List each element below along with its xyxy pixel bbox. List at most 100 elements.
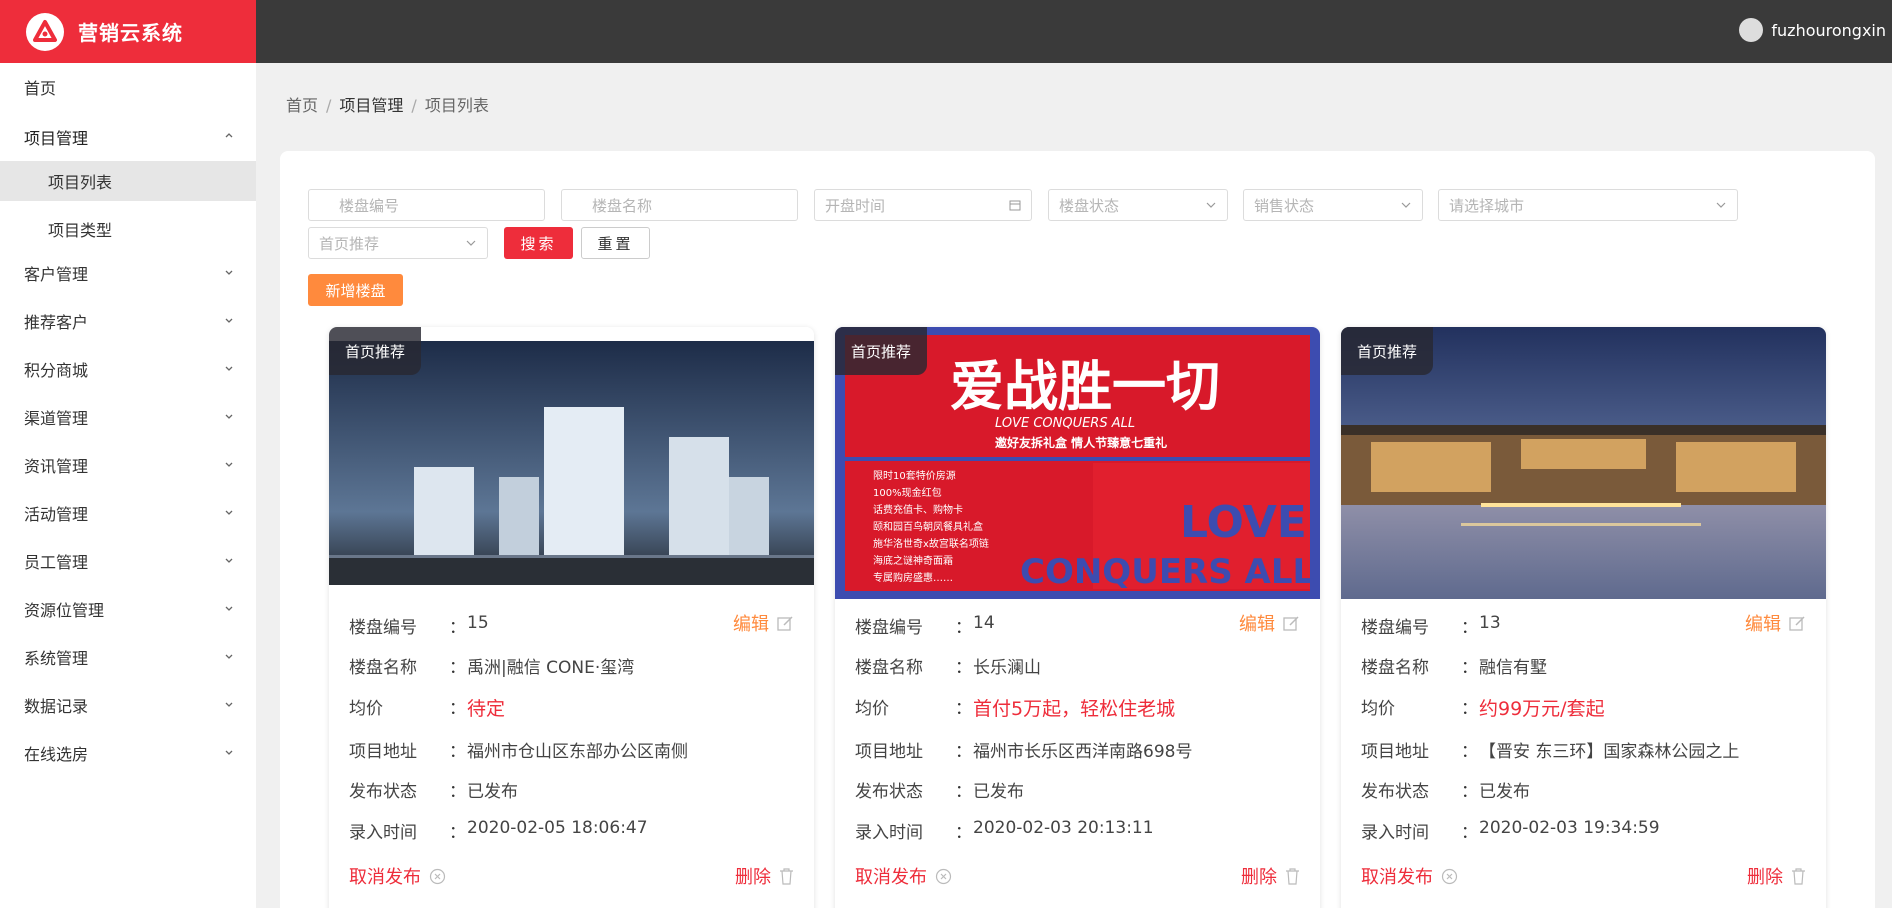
status-select[interactable]: 楼盘状态 [1048, 189, 1228, 221]
field-label: 均价 [1361, 699, 1395, 719]
name-input-placeholder: 楼盘名称 [592, 196, 653, 215]
field-label: 发布状态 [349, 782, 417, 802]
close-circle-icon [935, 868, 952, 884]
calendar-icon [1009, 200, 1021, 211]
chevron-down-icon [225, 366, 233, 371]
sidebar-item-label: 在线选房 [24, 745, 89, 764]
sidebar-item-news[interactable]: 资讯管理 [0, 445, 256, 485]
chevron-down-icon [225, 558, 233, 563]
sidebar-item-project-management[interactable]: 项目管理 [0, 117, 256, 157]
delete-button[interactable]: 删除 [1241, 863, 1300, 889]
sidebar-item-project-list[interactable]: 项目列表 [0, 161, 256, 201]
delete-button[interactable]: 删除 [1747, 863, 1806, 889]
field-colon: ： [1461, 742, 1478, 762]
field-time: 录入时间 ： 2020-02-03 20:13:11 [855, 818, 1154, 843]
code-input[interactable]: 楼盘编号 [308, 189, 545, 221]
edit-button[interactable]: 编辑 [1745, 610, 1806, 636]
sidebar-item-label: 渠道管理 [24, 409, 89, 428]
field-colon: ： [1461, 823, 1478, 843]
sidebar-item-label: 推荐客户 [24, 313, 89, 332]
field-value: 禹洲|融信 CONE·玺湾 [467, 658, 635, 678]
search-button[interactable]: 搜索 [504, 227, 573, 259]
sidebar-item-points-mall[interactable]: 积分商城 [0, 349, 256, 389]
edit-button[interactable]: 编辑 [733, 610, 794, 636]
field-name: 楼盘名称 ：长乐澜山 [855, 653, 1041, 678]
recommend-select[interactable]: 首页推荐 [308, 227, 488, 259]
sidebar-item-project-type[interactable]: 项目类型 [0, 209, 256, 249]
sidebar-item-label: 系统管理 [24, 649, 89, 668]
logo-icon [26, 12, 64, 51]
banner-list-item: 海底之谜神奇面霜 [873, 554, 953, 567]
unpublish-button[interactable]: 取消发布 [855, 863, 952, 889]
chevron-down-icon [1716, 202, 1726, 208]
field-status: 发布状态 ：已发布 [349, 777, 518, 802]
sidebar-item-channels[interactable]: 渠道管理 [0, 397, 256, 437]
field-colon: ： [1461, 618, 1478, 638]
field-value: 13 [1479, 613, 1501, 633]
edit-icon [1789, 615, 1805, 631]
sidebar-item-label: 员工管理 [24, 553, 89, 572]
field-value: 福州市长乐区西洋南路698号 [973, 742, 1193, 762]
delete-button[interactable]: 删除 [735, 863, 794, 889]
property-card: 首页推荐 编辑 楼盘编号： 15 楼盘名称：禹洲|融信 CONE·玺湾 均价：待定… [329, 327, 814, 908]
breadcrumb-section[interactable]: 项目管理 [339, 96, 403, 115]
name-input[interactable]: 楼盘名称 [561, 189, 798, 221]
field-label: 录入时间 [855, 823, 923, 843]
field-value: 2020-02-05 18:06:47 [467, 818, 648, 838]
sidebar-item-home[interactable]: 首页 [0, 67, 256, 107]
user-menu[interactable]: fuzhourongxin [1739, 18, 1886, 42]
unpublish-button[interactable]: 取消发布 [1361, 863, 1458, 889]
banner-slogan: 邀好友拆礼盒 情人节臻意七重礼 [995, 435, 1167, 450]
status-placeholder: 楼盘状态 [1059, 196, 1120, 215]
close-circle-icon [1441, 868, 1458, 884]
sidebar-item-online-selection[interactable]: 在线选房 [0, 733, 256, 773]
open-date-picker[interactable]: 开盘时间 [814, 189, 1032, 221]
breadcrumb-separator: / [326, 96, 332, 115]
field-colon: ： [955, 823, 972, 843]
sidebar-item-system[interactable]: 系统管理 [0, 637, 256, 677]
chevron-down-icon [225, 702, 233, 707]
unpublish-button[interactable]: 取消发布 [349, 863, 446, 889]
field-code: 楼盘编号 ： 13 [1361, 613, 1501, 638]
sidebar-item-referrals[interactable]: 推荐客户 [0, 301, 256, 341]
city-select[interactable]: 请选择城市 [1438, 189, 1738, 221]
field-value: 长乐澜山 [973, 658, 1041, 678]
code-input-placeholder: 楼盘编号 [339, 196, 400, 215]
chevron-down-icon [225, 510, 233, 515]
banner-list-item: 专属购房盛惠…… [873, 571, 953, 584]
sidebar-item-label: 积分商城 [24, 361, 89, 380]
chevron-down-icon [225, 654, 233, 659]
sidebar-item-activities[interactable]: 活动管理 [0, 493, 256, 533]
logo-bar: 营销云系统 [0, 0, 256, 63]
unpublish-label: 取消发布 [855, 867, 927, 888]
field-label: 楼盘编号 [1361, 618, 1429, 638]
reset-button[interactable]: 重置 [581, 227, 650, 259]
edit-icon [777, 615, 793, 631]
sidebar-item-customers[interactable]: 客户管理 [0, 253, 256, 293]
property-card: 爱战胜一切 LOVE CONQUERS ALL 邀好友拆礼盒 情人节臻意七重礼 … [835, 327, 1320, 908]
banner-list-item: 100%现金红包 [873, 486, 942, 499]
sale-status-select[interactable]: 销售状态 [1243, 189, 1423, 221]
edit-button[interactable]: 编辑 [1239, 610, 1300, 636]
chevron-down-icon [1206, 202, 1216, 208]
sidebar-item-label: 首页 [24, 79, 57, 98]
field-value: 已发布 [467, 782, 518, 802]
field-value: 已发布 [973, 782, 1024, 802]
field-colon: ： [1461, 699, 1478, 719]
field-value: 2020-02-03 19:34:59 [1479, 818, 1660, 838]
chevron-down-icon [1401, 202, 1411, 208]
field-label: 项目地址 [349, 742, 417, 762]
field-price: 均价 ：首付5万起，轻松住老城 [855, 694, 1175, 721]
add-property-button[interactable]: 新增楼盘 [308, 274, 403, 306]
banner-list-item: 话费充值卡、购物卡 [873, 503, 963, 516]
recommend-placeholder: 首页推荐 [319, 234, 380, 253]
breadcrumb-home[interactable]: 首页 [286, 96, 318, 115]
chevron-down-icon [225, 318, 233, 323]
breadcrumb: 首页 / 项目管理 / 项目列表 [286, 92, 489, 116]
sidebar-item-resources[interactable]: 资源位管理 [0, 589, 256, 629]
banner-big-text-2: CONQUERS ALL [1020, 552, 1314, 592]
sidebar-item-data-records[interactable]: 数据记录 [0, 685, 256, 725]
field-colon: ： [955, 742, 972, 762]
field-price: 均价 ：待定 [349, 694, 505, 721]
sidebar-item-staff[interactable]: 员工管理 [0, 541, 256, 581]
